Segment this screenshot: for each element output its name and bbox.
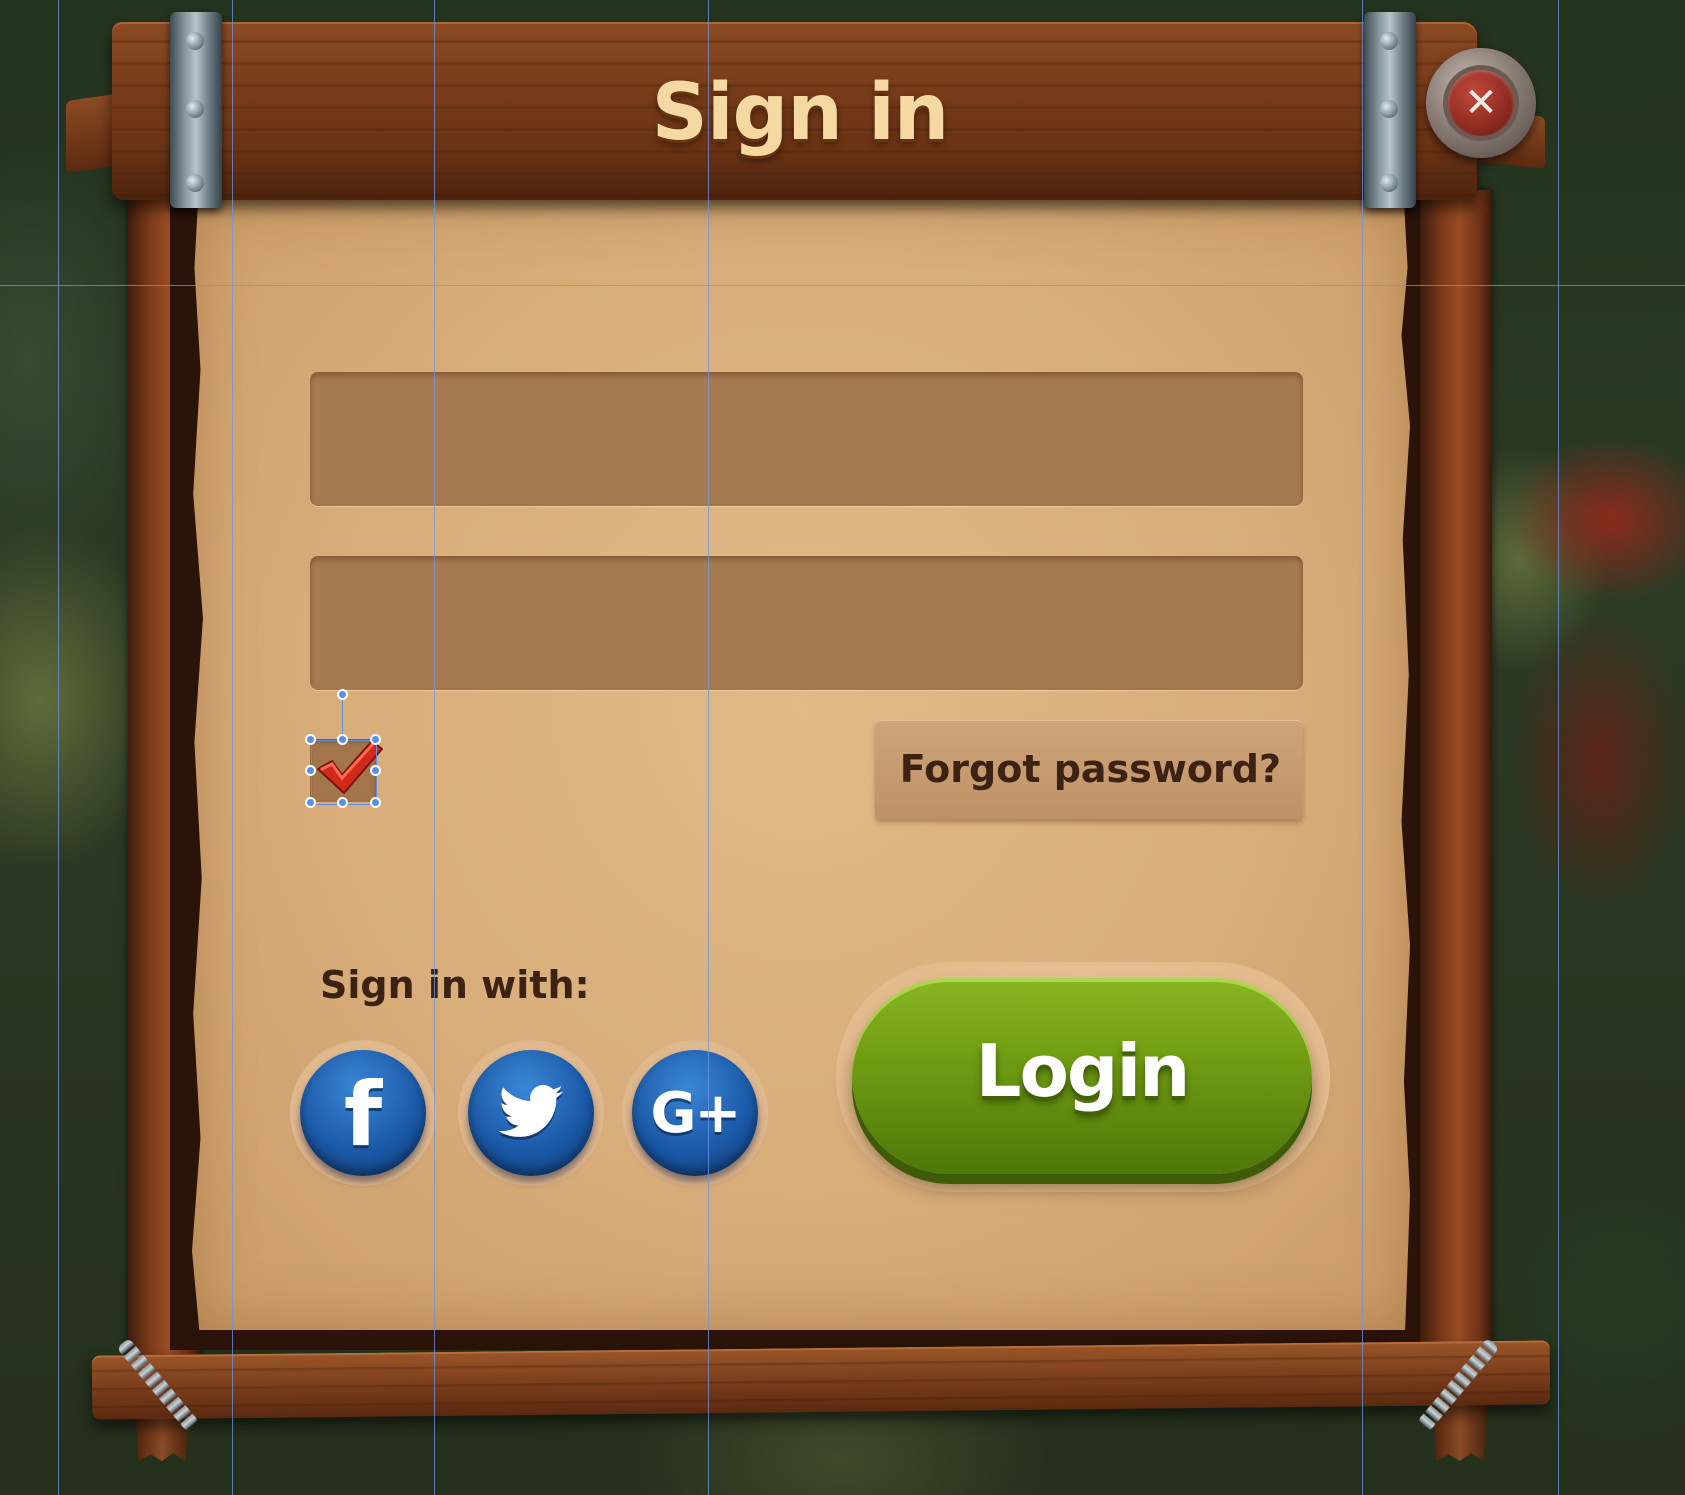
facebook-button[interactable]: f — [290, 1040, 436, 1186]
facebook-icon: f — [343, 1063, 383, 1166]
rotate-handle[interactable] — [337, 689, 348, 700]
twitter-bird-icon — [498, 1085, 564, 1137]
close-icon: ✕ — [1464, 80, 1498, 126]
forgot-password-button[interactable]: Forgot password? — [875, 720, 1303, 819]
resize-handle[interactable] — [305, 734, 316, 745]
resize-handle[interactable] — [305, 797, 316, 808]
login-button[interactable]: Login — [852, 978, 1312, 1174]
metal-bracket-left — [170, 12, 222, 208]
username-input[interactable] — [310, 372, 1303, 506]
frame-post-right — [1420, 190, 1492, 1360]
dialog-title: Sign in — [651, 68, 950, 158]
forgot-password-label: Forgot password? — [899, 747, 1281, 791]
resize-handle[interactable] — [370, 734, 381, 745]
twitter-button[interactable] — [458, 1040, 604, 1186]
sign-in-with-heading: Sign in with: — [320, 963, 590, 1007]
resize-handle[interactable] — [370, 765, 381, 776]
selection-box — [311, 740, 377, 805]
close-button[interactable]: ✕ — [1426, 48, 1536, 158]
resize-handle[interactable] — [305, 765, 316, 776]
google-plus-icon: G+ — [650, 1081, 742, 1146]
google-plus-button[interactable]: G+ — [622, 1040, 768, 1186]
metal-bracket-right — [1364, 12, 1416, 208]
resize-handle[interactable] — [337, 734, 348, 745]
resize-handle[interactable] — [370, 797, 381, 808]
password-input[interactable] — [310, 556, 1303, 690]
resize-handle[interactable] — [337, 797, 348, 808]
login-label: Login — [975, 1029, 1191, 1113]
